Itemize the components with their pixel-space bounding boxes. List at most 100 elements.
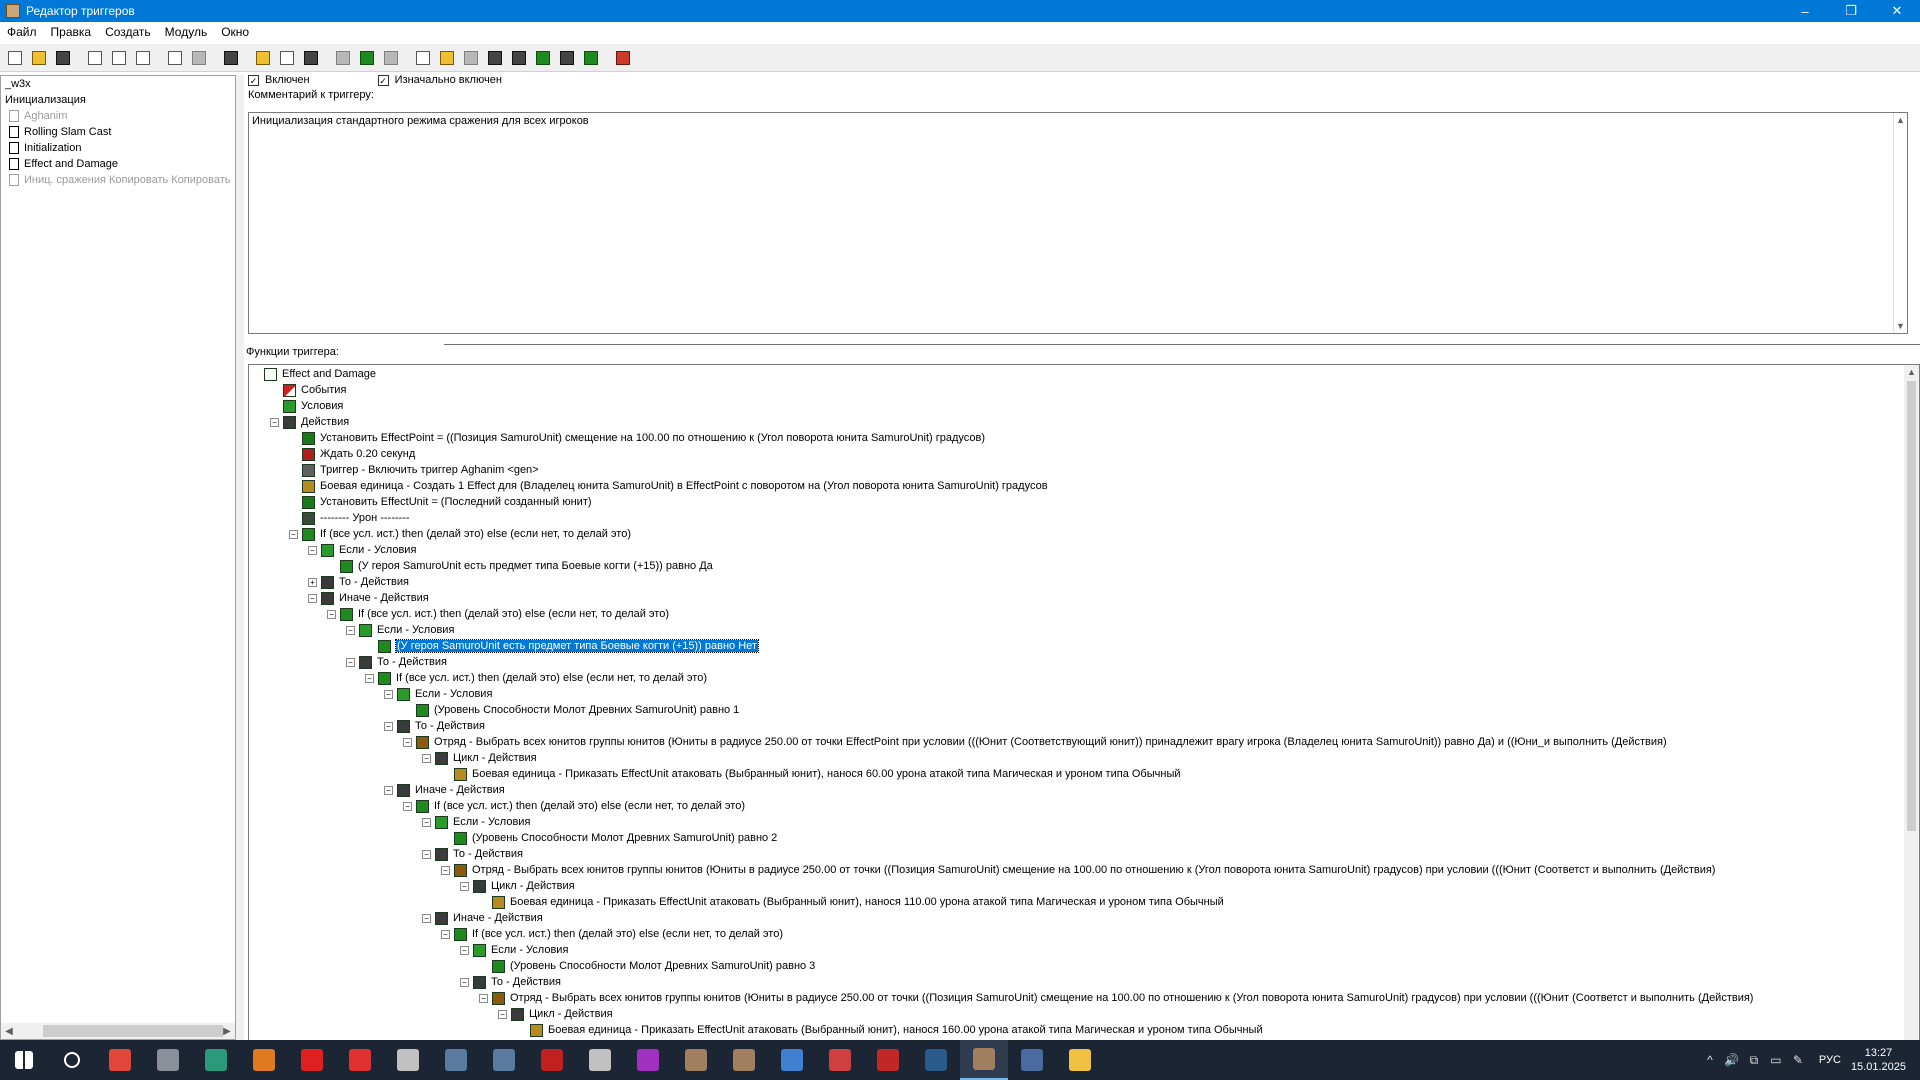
scroll-left-icon[interactable]: ◀ [1,1026,17,1037]
trigger-functions-tree[interactable]: Effect and Damage События Условия − Действия… [248,364,1920,1080]
taskbar-search-icon[interactable] [48,1040,96,1080]
tree-row[interactable]: Условия [270,398,343,414]
trigger-item-rolling-slam[interactable]: Rolling Slam Cast [1,124,235,140]
initially-enabled-checkbox[interactable]: ✓ Изначально включен [377,74,502,86]
tree-row[interactable]: + То - Действия [308,574,409,590]
terrain-editor-icon[interactable] [412,47,434,69]
tree-row[interactable]: (У героя SamuroUnit есть предмет типа Бо… [365,638,759,654]
tree-row[interactable]: − То - Действия [384,718,485,734]
collapse-icon[interactable]: − [422,849,431,859]
scrollbar-thumb[interactable] [43,1025,223,1037]
save-icon[interactable] [52,47,74,69]
campaign-editor-icon[interactable] [508,47,530,69]
comment-textarea[interactable]: Инициализация стандартного режима сражен… [248,112,1908,334]
taskbar-app-red-circle-icon[interactable] [864,1040,912,1080]
paste-icon[interactable] [132,47,154,69]
taskbar-as-icon[interactable] [528,1040,576,1080]
tree-row[interactable]: − Если - Условия [346,622,454,638]
new-event-icon[interactable] [332,47,354,69]
new-comment-icon[interactable] [300,47,322,69]
tree-row[interactable]: Боевая единица - Приказать EffectUnit ат… [517,1022,1263,1038]
tree-row[interactable]: Триггер - Включить триггер Aghanim <gen> [289,462,539,478]
panel-splitter[interactable] [236,75,244,1040]
sound-editor-icon[interactable] [460,47,482,69]
collapse-icon[interactable]: − [270,417,279,427]
collapse-icon[interactable]: − [384,785,393,795]
expand-icon[interactable]: + [308,577,317,587]
collapse-icon[interactable]: − [308,593,317,603]
object-manager-icon[interactable] [556,47,578,69]
scroll-up-icon[interactable]: ▲ [1896,115,1905,125]
taskbar-calculator-icon[interactable] [1008,1040,1056,1080]
trigger-item-initialization[interactable]: Initialization [1,140,235,156]
taskbar-explorer-icon[interactable] [1056,1040,1104,1080]
tree-row[interactable]: Ждать 0.20 секунд [289,446,415,462]
new-file-icon[interactable] [4,47,26,69]
tree-vertical-scrollbar[interactable]: ▲ ▼ [1904,365,1919,1080]
collapse-icon[interactable]: − [460,977,469,987]
taskbar-world-editor-icon[interactable] [960,1040,1008,1080]
taskbar-app-grey-icon[interactable] [144,1040,192,1080]
taskbar-app-purple-icon[interactable] [624,1040,672,1080]
language-indicator[interactable]: РУС [1819,1054,1841,1066]
close-button[interactable]: ✕ [1874,0,1920,22]
taskbar-recorder-icon[interactable] [288,1040,336,1080]
taskbar-window-1-icon[interactable] [432,1040,480,1080]
scroll-down-icon[interactable]: ▼ [1896,321,1905,331]
minimize-button[interactable]: – [1782,0,1828,22]
collapse-icon[interactable]: − [403,737,412,747]
taskbar-steam-icon[interactable] [912,1040,960,1080]
section-divider[interactable] [244,342,1920,348]
tree-row[interactable]: − То - Действия [460,974,561,990]
left-horizontal-scrollbar[interactable]: ◀ ▶ [1,1023,235,1039]
tree-row[interactable]: − If (все усл. ист.) then (делай это) els… [365,670,707,686]
cut-icon[interactable] [84,47,106,69]
collapse-icon[interactable]: − [346,657,355,667]
taskbar-app-shield-icon[interactable] [384,1040,432,1080]
tree-row[interactable]: Боевая единица - Создать 1 Effect для (В… [289,478,1048,494]
map-root-item[interactable]: _w3x [1,76,235,92]
menu-module[interactable]: Модуль [158,25,215,39]
new-trigger-icon[interactable] [276,47,298,69]
menu-create[interactable]: Создать [98,25,158,39]
network-icon[interactable]: ▭ [1765,1053,1787,1067]
tree-row[interactable]: − Если - Условия [308,542,416,558]
trigger-editor-icon[interactable] [436,47,458,69]
taskbar-window-2-icon[interactable] [480,1040,528,1080]
open-folder-icon[interactable] [28,47,50,69]
tree-row[interactable]: События [270,382,346,398]
collapse-icon[interactable]: − [384,689,393,699]
tree-row[interactable]: − Если - Условия [460,942,568,958]
tree-row[interactable]: − Если - Условия [422,814,530,830]
object-editor-icon[interactable] [484,47,506,69]
collapse-icon[interactable]: − [441,929,450,939]
trigger-item-effect-damage[interactable]: Effect and Damage [1,156,235,172]
category-item[interactable]: Инициализация [1,92,235,108]
collapse-icon[interactable]: − [289,529,298,539]
scrollbar-thumb[interactable] [1907,381,1916,831]
taskbar-editor-2-icon[interactable] [720,1040,768,1080]
tree-row[interactable]: − Цикл - Действия [460,878,575,894]
taskbar-app-teal-icon[interactable] [192,1040,240,1080]
test-map-icon[interactable] [612,47,634,69]
tree-row[interactable]: − Действия [270,414,349,430]
pen-icon[interactable]: ✎ [1787,1053,1809,1067]
tree-row[interactable]: − Отряд - Выбрать всех юнитов группы юнит… [441,862,1715,878]
collapse-icon[interactable]: − [460,945,469,955]
tree-row[interactable]: (Уровень Способности Молот Древних Samur… [403,702,739,718]
delete-x-icon[interactable] [220,47,242,69]
tree-row[interactable]: Effect and Damage [251,366,376,382]
tree-row[interactable]: − Если - Условия [384,686,492,702]
tree-row[interactable]: − Иначе - Действия [384,782,505,798]
collapse-icon[interactable]: − [365,673,374,683]
tree-row[interactable]: Боевая единица - Приказать EffectUnit ат… [441,766,1181,782]
collapse-icon[interactable]: − [384,721,393,731]
collapse-icon[interactable]: − [403,801,412,811]
ai-editor-icon[interactable] [532,47,554,69]
import-manager-icon[interactable] [580,47,602,69]
collapse-icon[interactable]: − [422,913,431,923]
volume-icon[interactable]: 🔊 [1721,1053,1743,1067]
copy-icon[interactable] [108,47,130,69]
trigger-item-init-copy[interactable]: Иниц. сражения Копировать Копировать [1,172,235,188]
menu-window[interactable]: Окно [214,25,256,39]
